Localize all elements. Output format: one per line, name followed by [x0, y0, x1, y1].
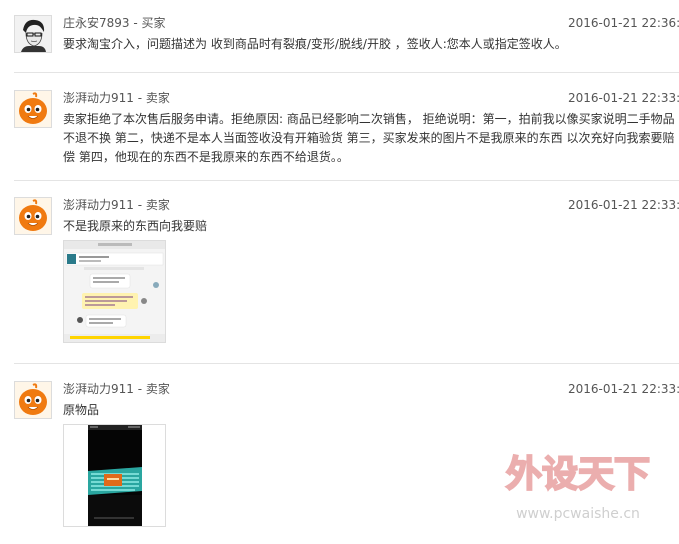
message-timestamp: 2016-01-21 22:33:2 [568, 382, 679, 396]
message-timestamp: 2016-01-21 22:33:2 [568, 91, 679, 105]
message-author[interactable]: 澎湃动力911 - 卖家 [63, 381, 170, 397]
keyboard-photo-thumbnail[interactable] [63, 424, 166, 527]
message-divider [14, 72, 679, 73]
taobao-mascot-avatar[interactable] [14, 381, 52, 419]
mascot-icon [15, 91, 51, 127]
watermark-logo: 外设天下 www.pcwaishe.cn [505, 453, 651, 522]
mascot-icon [15, 198, 51, 234]
message-text: 不是我原来的东西向我要赔 [63, 219, 208, 233]
message-divider [14, 363, 679, 364]
user-sketch-avatar[interactable] [14, 15, 52, 53]
chat-screenshot-thumbnail[interactable] [63, 240, 166, 343]
message-author[interactable]: 澎湃动力911 - 卖家 [63, 197, 170, 213]
message-author[interactable]: 庄永安7893 - 买家 [63, 15, 166, 31]
sketch-portrait-icon [15, 16, 51, 52]
taobao-mascot-avatar[interactable] [14, 90, 52, 128]
message-author[interactable]: 澎湃动力911 - 卖家 [63, 90, 170, 106]
message-divider [14, 180, 679, 181]
chat-screenshot-image [64, 241, 165, 342]
message-timestamp: 2016-01-21 22:33:2 [568, 198, 679, 212]
site-watermark: 外设天下 www.pcwaishe.cn [478, 448, 678, 528]
message-timestamp: 2016-01-21 22:36:0 [568, 16, 679, 30]
watermark-url-text: www.pcwaishe.cn [516, 506, 640, 522]
watermark-brand-text: 外设天下 [506, 454, 650, 495]
keyboard-photo-image [64, 425, 165, 526]
mascot-icon [15, 382, 51, 418]
taobao-mascot-avatar[interactable] [14, 197, 52, 235]
message-text: 卖家拒绝了本次售后服务申请。拒绝原因: 商品已经影响二次销售， 拒绝说明：第一，… [63, 112, 675, 164]
message-text: 要求淘宝介入，问题描述为 收到商品时有裂痕/变形/脱线/开胶 ，签收人:您本人或… [63, 37, 567, 51]
message-text: 原物品 [63, 403, 100, 417]
